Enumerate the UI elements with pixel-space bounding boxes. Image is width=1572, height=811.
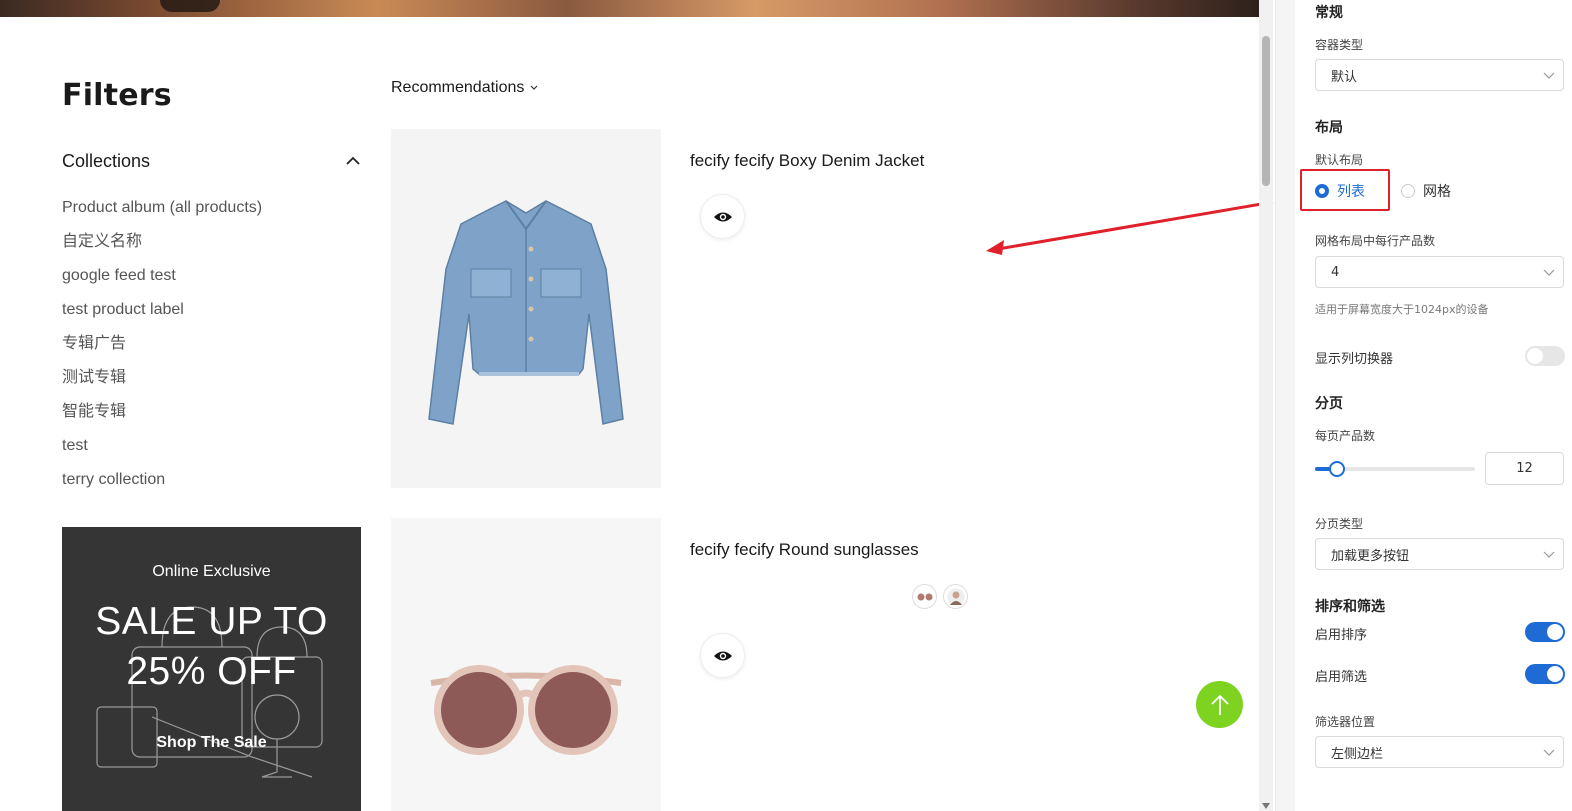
collection-link[interactable]: google feed test bbox=[62, 264, 262, 298]
per-page-label: 每页产品数 bbox=[1315, 429, 1376, 443]
promo-headline-line2: 25% OFF bbox=[126, 650, 297, 693]
filter-position-label: 筛选器位置 bbox=[1315, 715, 1376, 729]
collection-link[interactable]: Product album (all products) bbox=[62, 196, 262, 230]
radio-checked-icon bbox=[1315, 184, 1329, 198]
color-swatch[interactable] bbox=[912, 584, 937, 609]
collection-link[interactable]: 自定义名称 bbox=[62, 230, 262, 264]
container-type-select[interactable]: 默认 bbox=[1315, 59, 1564, 91]
preview-scrollbar[interactable] bbox=[1259, 0, 1273, 811]
container-type-label: 容器类型 bbox=[1315, 38, 1364, 52]
per-page-slider[interactable] bbox=[1315, 461, 1475, 477]
annotation-arrow bbox=[986, 200, 1274, 255]
filters-title: Filters bbox=[62, 78, 172, 113]
color-swatch[interactable] bbox=[943, 584, 968, 609]
chevron-down-icon bbox=[1543, 749, 1555, 756]
eye-icon bbox=[713, 651, 732, 660]
arrow-up-icon bbox=[1210, 694, 1229, 715]
promo-headline: SALE UP TO 25% OFF bbox=[62, 597, 361, 697]
collections-accordion-header[interactable]: Collections bbox=[62, 148, 360, 174]
enable-filter-label: 启用筛选 bbox=[1315, 670, 1368, 685]
filter-position-select[interactable]: 左侧边栏 bbox=[1315, 736, 1564, 768]
section-title-general: 常规 bbox=[1315, 5, 1343, 21]
layout-radio-grid-label: 网格 bbox=[1423, 184, 1451, 200]
storefront-preview: Filters Collections Product album (all p… bbox=[0, 0, 1275, 811]
pagination-type-select[interactable]: 加载更多按钮 bbox=[1315, 538, 1564, 570]
filter-position-value: 左侧边栏 bbox=[1331, 746, 1384, 762]
enable-sort-toggle[interactable] bbox=[1525, 622, 1565, 642]
pagination-type-value: 加载更多按钮 bbox=[1331, 548, 1410, 564]
collection-link[interactable]: 专辑广告 bbox=[62, 332, 262, 366]
enable-filter-toggle[interactable] bbox=[1525, 664, 1565, 684]
collection-link[interactable]: test product label bbox=[62, 298, 262, 332]
product-title-denim-jacket[interactable]: fecify fecify Boxy Denim Jacket bbox=[690, 151, 924, 171]
chevron-up-icon bbox=[346, 156, 360, 165]
promo-eyebrow: Online Exclusive bbox=[152, 563, 271, 580]
section-title-sort-filter: 排序和筛选 bbox=[1315, 599, 1385, 615]
container-type-value: 默认 bbox=[1331, 69, 1358, 85]
collection-link[interactable]: terry collection bbox=[62, 468, 262, 502]
chevron-down-icon bbox=[1543, 551, 1555, 558]
chevron-down-icon bbox=[1543, 72, 1555, 79]
chevron-down-icon bbox=[1543, 269, 1555, 276]
enable-sort-label: 启用排序 bbox=[1315, 628, 1368, 643]
slider-handle[interactable] bbox=[1329, 461, 1346, 477]
sunglasses-image bbox=[430, 665, 622, 755]
sort-label: Recommendations bbox=[391, 79, 525, 96]
products-per-row-label: 网格布局中每行产品数 bbox=[1315, 234, 1436, 248]
collections-list: Product album (all products) 自定义名称 googl… bbox=[62, 196, 262, 502]
products-per-row-value: 4 bbox=[1331, 264, 1340, 280]
denim-jacket-image bbox=[428, 200, 624, 425]
pagination-type-label: 分页类型 bbox=[1315, 517, 1364, 531]
sort-dropdown[interactable]: Recommendations bbox=[391, 79, 538, 97]
layout-radio-list-label: 列表 bbox=[1337, 184, 1365, 200]
show-switcher-toggle[interactable] bbox=[1525, 346, 1565, 366]
settings-panel: 常规 容器类型 默认 布局 默认布局 列表 网格 网格布局中每行产品数 4 适用… bbox=[1295, 0, 1572, 811]
product-image-sunglasses[interactable] bbox=[391, 518, 661, 811]
sunglasses-thumb-icon bbox=[917, 593, 932, 600]
products-per-row-hint: 适用于屏幕宽度大于1024px的设备 bbox=[1315, 303, 1489, 316]
panel-divider bbox=[1275, 0, 1295, 811]
hero-banner-image bbox=[0, 0, 1259, 17]
default-layout-label: 默认布局 bbox=[1315, 153, 1364, 167]
scroll-down-arrow-icon[interactable] bbox=[1262, 803, 1270, 809]
collection-link[interactable]: test bbox=[62, 434, 262, 468]
collection-link[interactable]: 智能专辑 bbox=[62, 400, 262, 434]
section-title-layout: 布局 bbox=[1315, 120, 1343, 136]
back-to-top-button[interactable] bbox=[1196, 681, 1243, 728]
radio-unchecked-icon bbox=[1401, 184, 1415, 198]
layout-radio-grid[interactable]: 网格 bbox=[1401, 181, 1451, 201]
promo-headline-line1: SALE UP TO bbox=[95, 600, 328, 643]
layout-radio-list[interactable]: 列表 bbox=[1315, 181, 1365, 201]
product-image-denim-jacket[interactable] bbox=[391, 129, 661, 488]
shop-the-sale-link[interactable]: Shop The Sale bbox=[62, 734, 361, 752]
promo-banner[interactable]: Online Exclusive SALE UP TO 25% OFF Shop… bbox=[62, 527, 361, 811]
eye-icon bbox=[713, 212, 732, 221]
chevron-down-icon bbox=[530, 85, 538, 90]
model-thumb-icon bbox=[947, 588, 964, 605]
products-per-row-select[interactable]: 4 bbox=[1315, 256, 1564, 288]
quick-view-button[interactable] bbox=[700, 194, 745, 239]
section-title-pagination: 分页 bbox=[1315, 396, 1343, 412]
collection-link[interactable]: 测试专辑 bbox=[62, 366, 262, 400]
show-switcher-label: 显示列切换器 bbox=[1315, 352, 1394, 367]
collections-label: Collections bbox=[62, 150, 151, 171]
scrollbar-thumb[interactable] bbox=[1262, 36, 1270, 186]
product-title-sunglasses[interactable]: fecify fecify Round sunglasses bbox=[690, 540, 919, 560]
quick-view-button[interactable] bbox=[700, 633, 745, 678]
per-page-input[interactable] bbox=[1485, 452, 1564, 485]
